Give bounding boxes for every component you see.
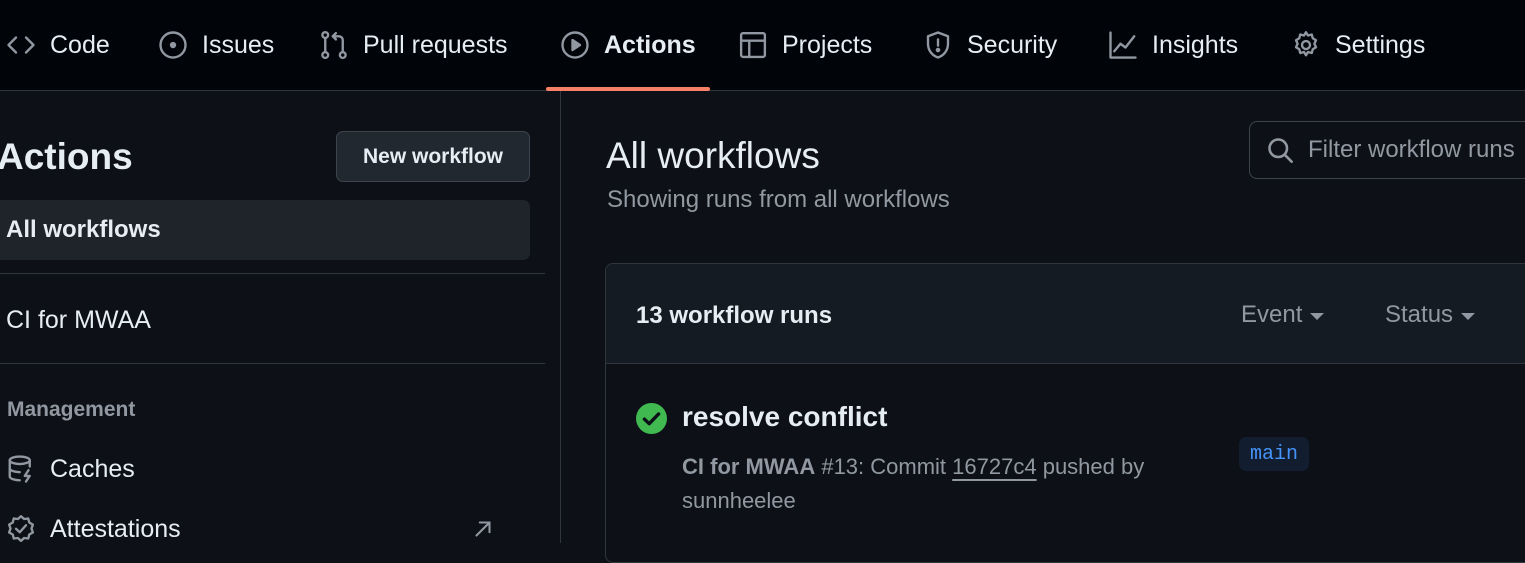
chevron-down-icon bbox=[1461, 313, 1476, 320]
sidebar-divider bbox=[0, 363, 545, 364]
event-filter-dropdown[interactable]: Event bbox=[1241, 301, 1325, 329]
sidebar-item-attestations[interactable]: Attestations bbox=[6, 514, 526, 544]
gear-icon bbox=[1294, 31, 1318, 57]
table-icon bbox=[739, 31, 767, 59]
tab-settings[interactable]: Settings bbox=[1291, 0, 1425, 90]
run-commit-prefix: : Commit bbox=[858, 454, 953, 479]
check-circle-icon bbox=[636, 403, 667, 434]
sidebar-item-label: Attestations bbox=[50, 514, 181, 543]
run-actor[interactable]: sunnheelee bbox=[682, 488, 796, 513]
sidebar-divider bbox=[0, 273, 545, 274]
workflow-runs-list: 13 workflow runs Event Status resolve co… bbox=[605, 263, 1525, 563]
runs-count: 13 workflow runs bbox=[636, 302, 833, 329]
runs-header: 13 workflow runs Event Status bbox=[606, 264, 1525, 364]
pull-request-icon bbox=[321, 30, 347, 60]
tab-code[interactable]: Code bbox=[6, 0, 110, 90]
sidebar-title: Actions bbox=[0, 136, 133, 177]
run-pushed-by: pushed by bbox=[1036, 454, 1145, 479]
tab-label: Issues bbox=[202, 30, 275, 59]
management-heading: Management bbox=[7, 398, 136, 421]
sidebar-item-label: CI for MWAA bbox=[6, 306, 151, 334]
shield-icon bbox=[926, 31, 950, 59]
run-title[interactable]: resolve conflict bbox=[682, 401, 887, 433]
repo-nav: Code Issues Pull requests Actions Projec… bbox=[0, 0, 1525, 91]
run-number: #13 bbox=[821, 454, 859, 479]
issue-icon bbox=[159, 31, 187, 59]
tab-label: Actions bbox=[604, 30, 696, 59]
play-icon bbox=[561, 31, 589, 59]
tab-label: Pull requests bbox=[363, 30, 508, 59]
run-meta: CI for MWAA #13: Commit 16727c4 pushed b… bbox=[682, 450, 1172, 518]
filter-input[interactable] bbox=[1308, 136, 1525, 164]
code-icon bbox=[7, 36, 35, 54]
verified-icon bbox=[7, 515, 35, 543]
workflow-run-row[interactable]: resolve conflict CI for MWAA #13: Commit… bbox=[606, 365, 1525, 562]
graph-icon bbox=[1109, 31, 1137, 59]
database-icon bbox=[8, 455, 31, 483]
run-workflow-name: CI for MWAA bbox=[682, 454, 816, 479]
sidebar-item-workflow[interactable]: CI for MWAA bbox=[6, 306, 526, 335]
sidebar-item-caches[interactable]: Caches bbox=[6, 454, 526, 484]
dropdown-label: Status bbox=[1385, 301, 1454, 328]
tab-security[interactable]: Security bbox=[923, 0, 1057, 90]
sidebar-item-all-workflows[interactable]: All workflows bbox=[0, 200, 530, 260]
page-title: All workflows bbox=[606, 135, 820, 176]
search-icon bbox=[1268, 138, 1293, 163]
tab-label: Insights bbox=[1152, 30, 1239, 59]
tab-projects[interactable]: Projects bbox=[738, 0, 872, 90]
dropdown-label: Event bbox=[1241, 301, 1303, 328]
tab-label: Code bbox=[50, 30, 110, 59]
chevron-down-icon bbox=[1310, 313, 1325, 320]
external-link-icon bbox=[475, 521, 491, 537]
active-tab-indicator bbox=[546, 87, 710, 91]
tab-label: Settings bbox=[1335, 30, 1426, 59]
new-workflow-button[interactable]: New workflow bbox=[336, 131, 530, 182]
sidebar-item-label: Caches bbox=[50, 454, 135, 483]
tab-label: Projects bbox=[782, 30, 873, 59]
tab-actions[interactable]: Actions bbox=[560, 0, 696, 90]
filter-workflow-runs[interactable] bbox=[1249, 121, 1525, 179]
tab-pull-requests[interactable]: Pull requests bbox=[319, 0, 508, 90]
commit-link[interactable]: 16727c4 bbox=[952, 454, 1036, 479]
page-subtitle: Showing runs from all workflows bbox=[607, 186, 950, 213]
branch-badge[interactable]: main bbox=[1239, 437, 1310, 471]
tab-issues[interactable]: Issues bbox=[158, 0, 274, 90]
tab-label: Security bbox=[967, 30, 1058, 59]
tab-insights[interactable]: Insights bbox=[1108, 0, 1238, 90]
status-filter-dropdown[interactable]: Status bbox=[1385, 301, 1476, 329]
actions-sidebar: Actions New workflow All workflows CI fo… bbox=[0, 91, 561, 543]
